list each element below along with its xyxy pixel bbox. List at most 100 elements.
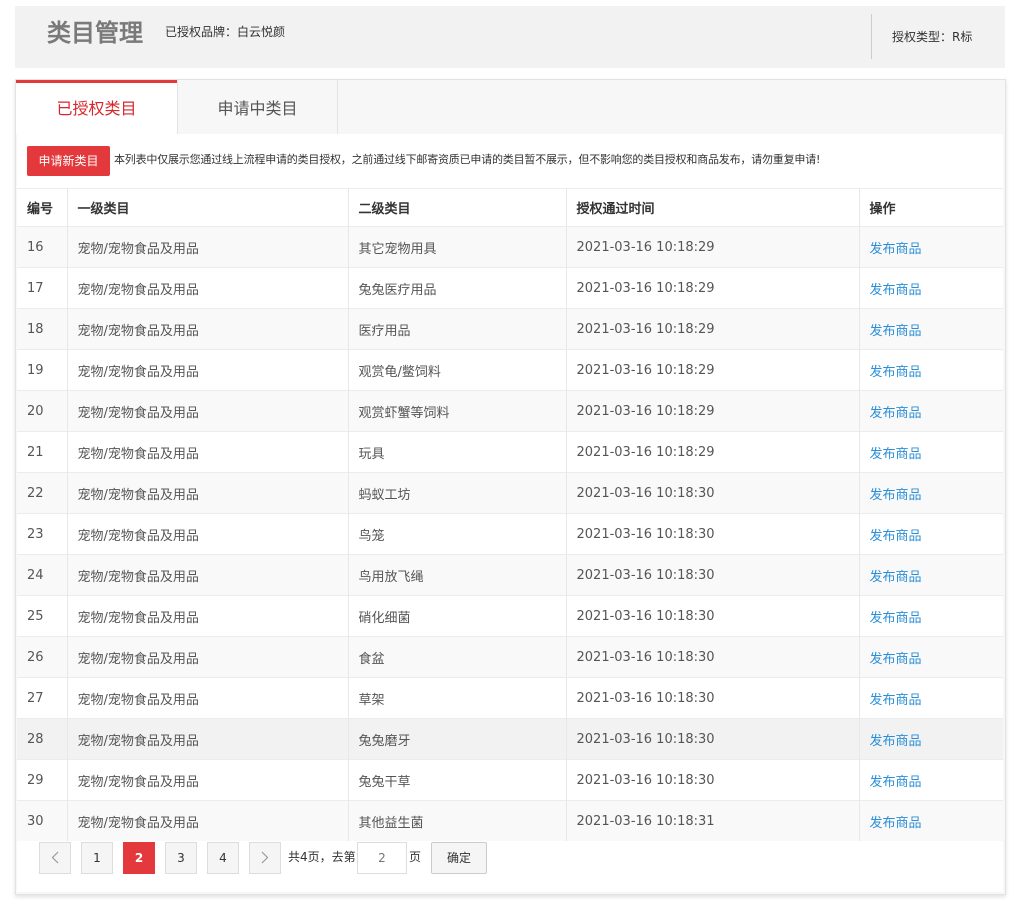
toolbar: 申请新类目 本列表中仅展示您通过线上流程申请的类目授权，之前通过线下邮寄资质已申…	[27, 146, 997, 176]
column-header-id: 编号	[17, 188, 68, 227]
row-id: 19	[17, 349, 68, 391]
table-row: 16 宠物/宠物食品及用品 其它宠物用具 2021-03-16 10:18:29 发布商…	[17, 226, 1003, 268]
row-level2-category: 其他益生菌	[348, 800, 567, 841]
row-approved-time: 2021-03-16 10:18:30	[566, 554, 860, 596]
row-level2-category: 兔兔磨牙	[348, 718, 567, 760]
column-header-level1: 一级类目	[67, 188, 349, 227]
row-approved-time: 2021-03-16 10:18:29	[566, 267, 860, 309]
row-approved-time: 2021-03-16 10:18:30	[566, 759, 860, 801]
row-level2-category: 硝化细菌	[348, 595, 567, 637]
publish-product-link[interactable]: 发布商品	[859, 349, 1003, 391]
table-row: 27 宠物/宠物食品及用品 草架 2021-03-16 10:18:30 发布商品	[17, 677, 1003, 719]
publish-product-link[interactable]: 发布商品	[859, 390, 1003, 432]
page-jump-confirm-button[interactable]: 确定	[431, 842, 487, 874]
notice-text: 本列表中仅展示您通过线上流程申请的类目授权，之前通过线下邮寄资质已申请的类目暂不…	[114, 153, 821, 166]
row-approved-time: 2021-03-16 10:18:30	[566, 513, 860, 555]
row-approved-time: 2021-03-16 10:18:30	[566, 472, 860, 514]
row-id: 17	[17, 267, 68, 309]
publish-product-link[interactable]: 发布商品	[859, 718, 1003, 760]
page-header: 类目管理 已授权品牌：白云悦颜 授权类型：R标	[15, 6, 1005, 68]
row-level1-category: 宠物/宠物食品及用品	[67, 677, 349, 719]
table-row: 30 宠物/宠物食品及用品 其他益生菌 2021-03-16 10:18:31 发布商品	[17, 800, 1003, 841]
row-level1-category: 宠物/宠物食品及用品	[67, 636, 349, 678]
row-level1-category: 宠物/宠物食品及用品	[67, 431, 349, 473]
table-row: 25 宠物/宠物食品及用品 硝化细菌 2021-03-16 10:18:30 发布商品	[17, 595, 1003, 637]
row-approved-time: 2021-03-16 10:18:29	[566, 349, 860, 391]
page-button-3[interactable]: 3	[165, 842, 197, 874]
row-id: 23	[17, 513, 68, 555]
row-id: 29	[17, 759, 68, 801]
authorized-brand: 已授权品牌：白云悦颜	[165, 25, 286, 39]
row-level1-category: 宠物/宠物食品及用品	[67, 349, 349, 391]
table-row: 20 宠物/宠物食品及用品 观赏虾蟹等饲料 2021-03-16 10:18:29 发布…	[17, 390, 1003, 432]
publish-product-link[interactable]: 发布商品	[859, 472, 1003, 514]
table-row: 22 宠物/宠物食品及用品 蚂蚁工坊 2021-03-16 10:18:30 发布商品	[17, 472, 1003, 514]
row-level1-category: 宠物/宠物食品及用品	[67, 595, 349, 637]
row-level1-category: 宠物/宠物食品及用品	[67, 554, 349, 596]
publish-product-link[interactable]: 发布商品	[859, 800, 1003, 841]
row-level2-category: 鸟笼	[348, 513, 567, 555]
row-level1-category: 宠物/宠物食品及用品	[67, 718, 349, 760]
publish-product-link[interactable]: 发布商品	[859, 595, 1003, 637]
row-level2-category: 草架	[348, 677, 567, 719]
header-divider	[871, 14, 872, 59]
row-id: 28	[17, 718, 68, 760]
next-page-button[interactable]	[249, 842, 281, 874]
table-row: 28 宠物/宠物食品及用品 兔兔磨牙 2021-03-16 10:18:30 发布商品	[17, 718, 1003, 760]
row-level2-category: 医疗用品	[348, 308, 567, 350]
page-title: 类目管理	[47, 19, 143, 47]
row-approved-time: 2021-03-16 10:18:30	[566, 718, 860, 760]
table-row: 29 宠物/宠物食品及用品 兔兔干草 2021-03-16 10:18:30 发布商品	[17, 759, 1003, 801]
column-header-level2: 二级类目	[348, 188, 567, 227]
row-level1-category: 宠物/宠物食品及用品	[67, 308, 349, 350]
apply-new-category-button[interactable]: 申请新类目	[27, 146, 110, 176]
pagination-total-text: 共4页，去第	[288, 850, 356, 864]
page-button-1[interactable]: 1	[81, 842, 113, 874]
row-approved-time: 2021-03-16 10:18:29	[566, 431, 860, 473]
row-level1-category: 宠物/宠物食品及用品	[67, 267, 349, 309]
table-row: 24 宠物/宠物食品及用品 鸟用放飞绳 2021-03-16 10:18:30 发布商品	[17, 554, 1003, 596]
publish-product-link[interactable]: 发布商品	[859, 267, 1003, 309]
table-row: 19 宠物/宠物食品及用品 观赏龟/鳖饲料 2021-03-16 10:18:29 发布…	[17, 349, 1003, 391]
row-level2-category: 观赏龟/鳖饲料	[348, 349, 567, 391]
row-approved-time: 2021-03-16 10:18:29	[566, 226, 860, 268]
publish-product-link[interactable]: 发布商品	[859, 308, 1003, 350]
page-suffix-label: 页	[409, 850, 422, 864]
row-level1-category: 宠物/宠物食品及用品	[67, 513, 349, 555]
publish-product-link[interactable]: 发布商品	[859, 677, 1003, 719]
publish-product-link[interactable]: 发布商品	[859, 759, 1003, 801]
publish-product-link[interactable]: 发布商品	[859, 636, 1003, 678]
row-level2-category: 玩具	[348, 431, 567, 473]
pagination: 1 2 3 4 共4页，去第 页 确定	[39, 842, 539, 874]
table-row: 26 宠物/宠物食品及用品 食盆 2021-03-16 10:18:30 发布商品	[17, 636, 1003, 678]
page-button-2[interactable]: 2	[123, 842, 155, 874]
publish-product-link[interactable]: 发布商品	[859, 554, 1003, 596]
prev-page-button[interactable]	[39, 842, 71, 874]
row-approved-time: 2021-03-16 10:18:29	[566, 308, 860, 350]
row-approved-time: 2021-03-16 10:18:31	[566, 800, 860, 841]
publish-product-link[interactable]: 发布商品	[859, 226, 1003, 268]
row-level2-category: 蚂蚁工坊	[348, 472, 567, 514]
publish-product-link[interactable]: 发布商品	[859, 513, 1003, 555]
page: 类目管理 已授权品牌：白云悦颜 授权类型：R标 已授权类目 申请中类目 申请新类…	[0, 0, 1022, 900]
tab-content: 申请新类目 本列表中仅展示您通过线上流程申请的类目授权，之前通过线下邮寄资质已申…	[17, 134, 1003, 892]
tab-authorized-categories[interactable]: 已授权类目	[16, 80, 177, 134]
row-id: 27	[17, 677, 68, 719]
publish-product-link[interactable]: 发布商品	[859, 431, 1003, 473]
tab-pending-categories[interactable]: 申请中类目	[177, 80, 338, 134]
row-level2-category: 兔兔干草	[348, 759, 567, 801]
row-level1-category: 宠物/宠物食品及用品	[67, 472, 349, 514]
tab-bar: 已授权类目 申请中类目	[16, 80, 1005, 134]
row-id: 24	[17, 554, 68, 596]
table-header-row: 编号 一级类目 二级类目 授权通过时间 操作	[17, 188, 1003, 227]
row-level2-category: 其它宠物用具	[348, 226, 567, 268]
authorization-type: 授权类型：R标	[892, 30, 973, 44]
row-level1-category: 宠物/宠物食品及用品	[67, 226, 349, 268]
page-button-4[interactable]: 4	[207, 842, 239, 874]
page-jump-input[interactable]	[357, 842, 407, 874]
row-approved-time: 2021-03-16 10:18:29	[566, 390, 860, 432]
row-level2-category: 兔兔医疗用品	[348, 267, 567, 309]
row-level1-category: 宠物/宠物食品及用品	[67, 759, 349, 801]
row-id: 20	[17, 390, 68, 432]
table-row: 21 宠物/宠物食品及用品 玩具 2021-03-16 10:18:29 发布商品	[17, 431, 1003, 473]
